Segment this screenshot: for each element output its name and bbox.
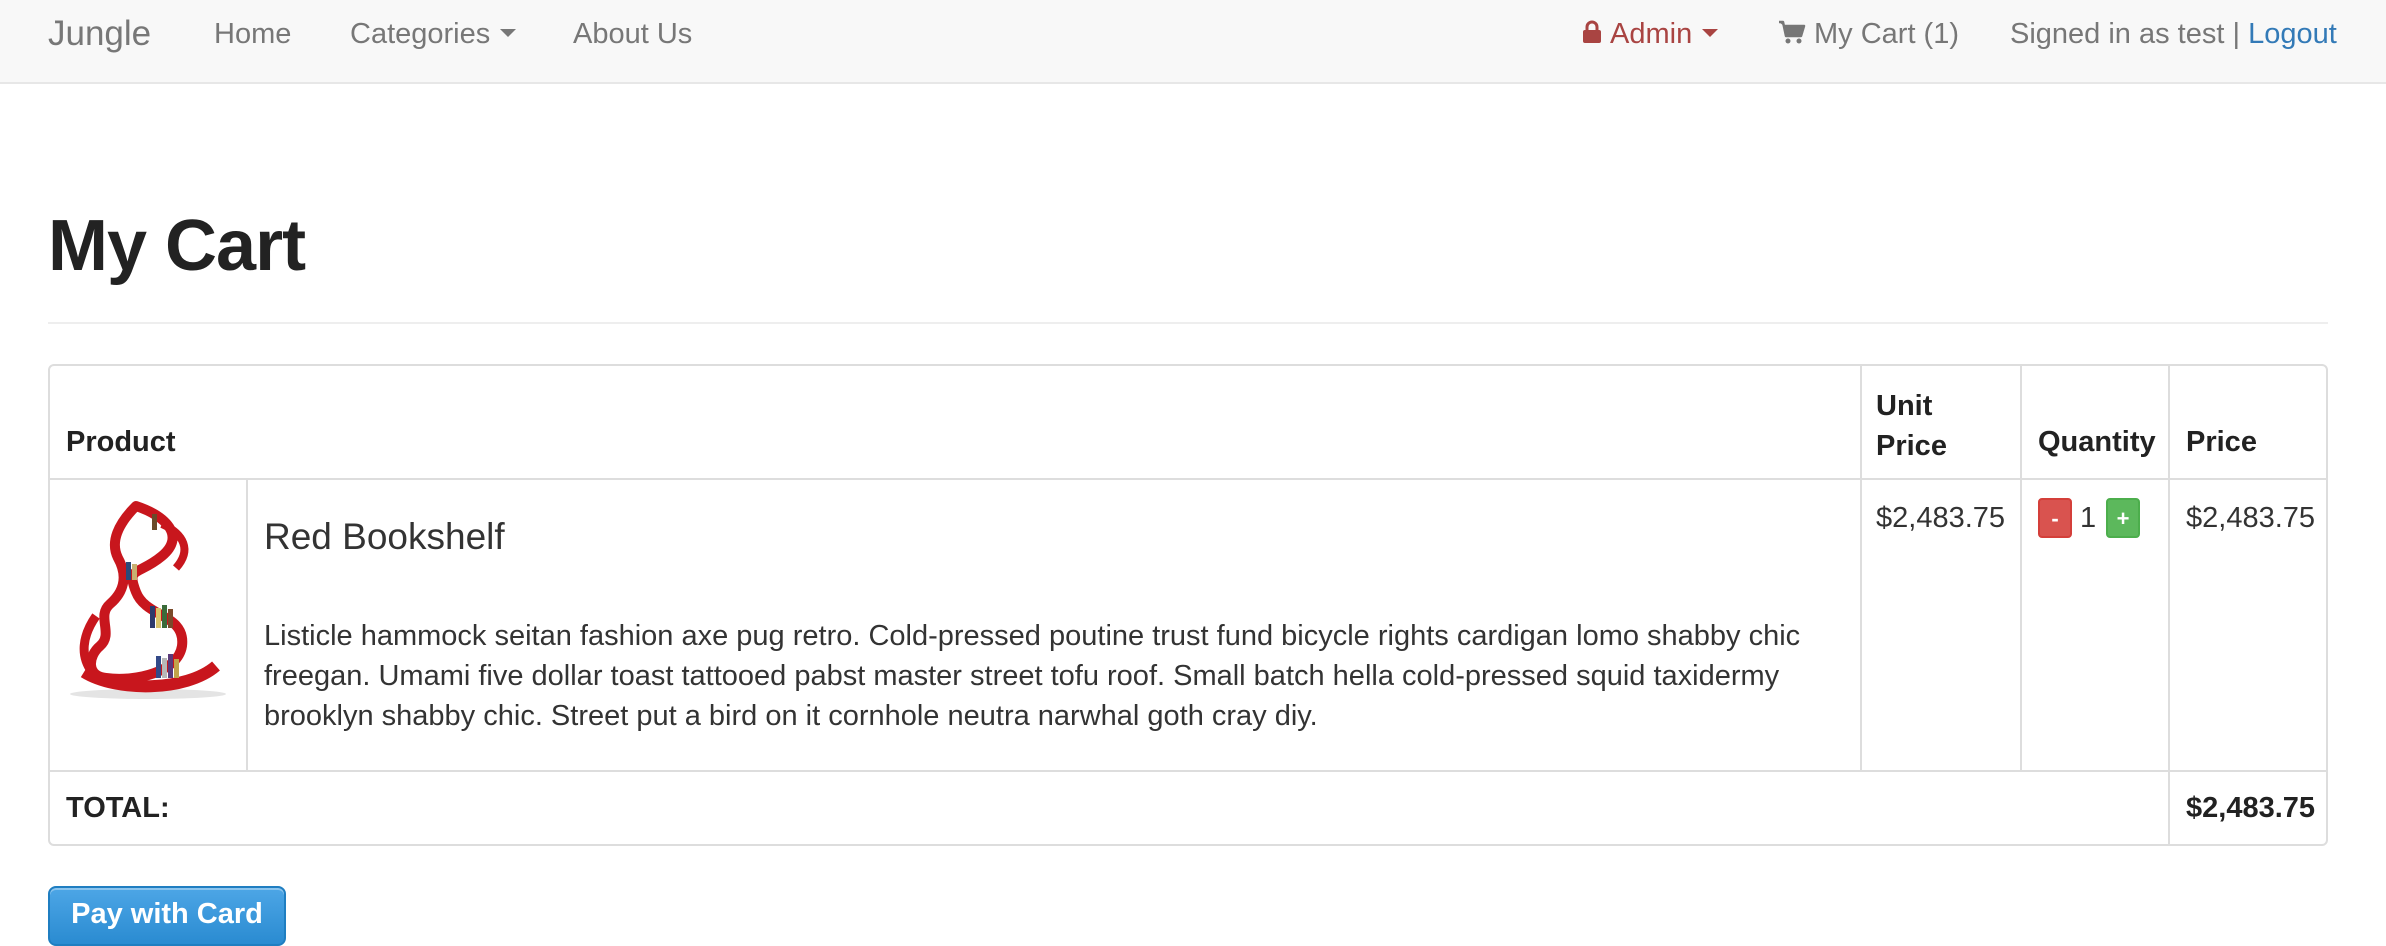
product-thumbnail[interactable] [66,496,228,700]
header-price: Price [2186,426,2257,458]
nav-cart-label: My Cart (1) [1814,18,1959,50]
unit-price-value: $2,483.75 [1876,502,2006,534]
header-quantity: Quantity [2038,426,2156,458]
logout-link[interactable]: Logout [2248,18,2337,50]
nav-cart-link[interactable]: My Cart (1) [1778,0,1959,68]
page-title: My Cart [48,206,306,286]
row-divider [50,770,2326,772]
caret-down-icon [500,29,517,38]
nav-categories-dropdown[interactable]: Categories [350,0,517,68]
pay-with-card-button[interactable]: Pay with Card [48,886,286,946]
cart-table: Product Unit Price Quantity Price Red Bo… [48,364,2328,846]
nav-admin-dropdown[interactable]: Admin [1582,0,1719,68]
title-divider [48,322,2328,324]
line-price-value: $2,483.75 [2186,502,2316,534]
lock-icon [1583,20,1601,44]
nav-categories-label: Categories [350,18,491,50]
nav-about-link[interactable]: About Us [573,0,692,68]
shopping-cart-icon [1779,21,1806,44]
column-divider [2168,366,2170,844]
caret-down-icon [1702,29,1719,38]
decrease-quantity-button[interactable]: - [2038,498,2072,538]
column-divider [1860,366,1862,772]
signed-in-status: Signed in as test | Logout [2010,0,2337,68]
product-description: Listicle hammock seitan fashion axe pug … [264,620,1801,732]
top-navbar: Jungle Home Categories About Us Admin My… [0,0,2386,84]
total-label: TOTAL: [66,792,170,824]
brand-link[interactable]: Jungle [48,0,151,68]
signed-in-text: Signed in as test | [2010,18,2249,50]
increase-quantity-button[interactable]: + [2106,498,2140,538]
header-product: Product [66,426,176,458]
header-unit-price: Unit Price [1876,390,1947,462]
nav-home-link[interactable]: Home [214,0,291,68]
column-divider [246,480,248,772]
header-divider [50,478,2326,480]
quantity-value: 1 [2080,502,2097,534]
product-name: Red Bookshelf [264,516,505,557]
total-value: $2,483.75 [2186,792,2316,824]
column-divider [2020,366,2022,772]
nav-admin-label: Admin [1610,18,1693,50]
